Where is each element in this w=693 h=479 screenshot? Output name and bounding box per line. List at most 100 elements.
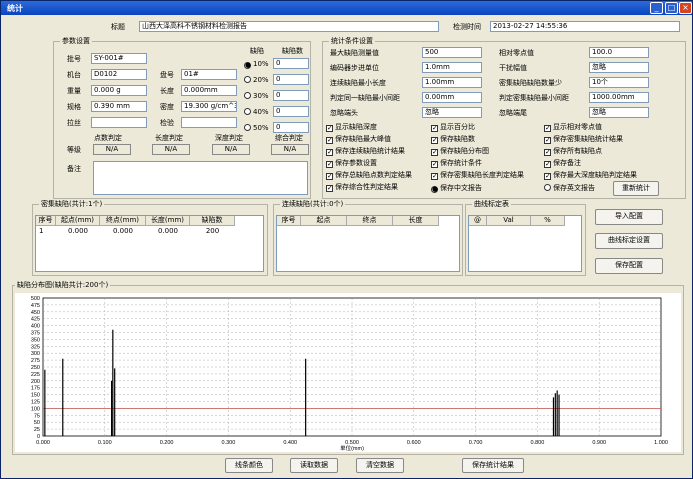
save-results-button[interactable]: 保存统计结果 xyxy=(462,458,524,473)
time-input[interactable]: 2013-02-27 14:55:36 xyxy=(490,21,680,32)
clear-data-button[interactable]: 清空数据 xyxy=(356,458,404,473)
drawn-input[interactable] xyxy=(91,117,147,128)
radio-chinese-report[interactable]: ● 保存中文报告 xyxy=(431,184,482,193)
checkbox-label: 保存缺陷分布图 xyxy=(440,147,489,155)
defect-count-input[interactable]: 0 xyxy=(273,58,309,69)
stats-checkbox[interactable]: ✓ 保存统计条件 xyxy=(431,159,482,168)
table-header-cell[interactable]: % xyxy=(531,216,565,226)
y-tick-label: 25 xyxy=(34,427,40,433)
defect-count-input[interactable]: 0 xyxy=(273,90,309,101)
defect-threshold-radio[interactable]: 50% xyxy=(244,124,269,133)
x-tick-label: 0.300 xyxy=(222,440,236,446)
stats-checkbox[interactable]: ✓ 保存所有缺陷点 xyxy=(544,147,602,156)
rel-zero-input[interactable]: 100.0 xyxy=(589,47,649,58)
checkbox-indicator: ✓ xyxy=(431,124,438,132)
stats-checkbox[interactable]: ✓ 保存密集缺陷统计结果 xyxy=(544,135,623,144)
continuous-table[interactable]: 序号 起点 终点 长度 xyxy=(276,215,460,272)
machine-input[interactable]: D0102 xyxy=(91,69,147,80)
title-input[interactable]: 山西大泽高科不锈钢材料检测报告 xyxy=(139,21,439,32)
table-header-cell[interactable]: 终点(mm) xyxy=(100,216,146,226)
dense-gap-input[interactable]: 1000.00mm xyxy=(589,92,649,103)
table-header-cell[interactable]: 起点(mm) xyxy=(56,216,100,226)
checkbox-label: 保存所有缺陷点 xyxy=(553,147,602,155)
table-header-cell[interactable]: 序号 xyxy=(277,216,301,226)
table-header-cell[interactable]: 终点 xyxy=(347,216,393,226)
minimize-button[interactable]: _ xyxy=(650,2,663,14)
checkbox-label: 保存综合性判定结果 xyxy=(335,183,398,191)
stats-checkbox[interactable]: ✓ 显示缺陷深度 xyxy=(326,123,377,132)
y-tick-label: 150 xyxy=(31,393,40,399)
stats-checkbox[interactable]: ✓ 显示百分比 xyxy=(431,123,475,132)
ignore-tail-input[interactable]: 忽略 xyxy=(589,107,649,118)
params-group-title: 参数设置 xyxy=(60,37,92,46)
recount-button[interactable]: 重新统计 xyxy=(613,181,659,196)
defect-count-input[interactable]: 0 xyxy=(273,122,309,133)
stats-checkbox[interactable]: ✓ 保存连续缺陷统计结果 xyxy=(326,147,405,156)
stats-checkbox[interactable]: ✓ 保存缺陷最大峰值 xyxy=(326,135,391,144)
grade-points: N/A xyxy=(93,144,131,155)
table-row[interactable]: 1 0.000 0.000 0.000 200 xyxy=(36,227,263,237)
defect-threshold-radio[interactable]: ● 10% xyxy=(244,60,269,69)
table-header-cell[interactable]: 长度 xyxy=(393,216,439,226)
defect-threshold-radio[interactable]: 20% xyxy=(244,76,269,85)
calib-table[interactable]: @ Val% xyxy=(468,215,582,272)
stats-checkbox[interactable]: ✓ 保存缺陷数 xyxy=(431,135,475,144)
grade-length: N/A xyxy=(152,144,190,155)
x-tick-label: 0.800 xyxy=(531,440,545,446)
table-header-cell[interactable]: 缺陷数 xyxy=(190,216,235,226)
checkbox-indicator: ✓ xyxy=(326,160,333,168)
stats-checkbox[interactable]: ✓ 显示相对零点值 xyxy=(544,123,602,132)
y-tick-label: 350 xyxy=(31,337,40,343)
dense-group-title: 密集缺陷(共计:1个) xyxy=(39,200,105,209)
table-header-cell[interactable]: 起点 xyxy=(301,216,347,226)
import-config-button[interactable]: 导入配置 xyxy=(595,209,663,225)
stats-checkbox[interactable]: ✓ 保存最大深度缺陷判定结果 xyxy=(544,171,637,180)
y-tick-label: 500 xyxy=(31,296,40,302)
check-input[interactable] xyxy=(181,117,237,128)
defect-count-input[interactable]: 0 xyxy=(273,74,309,85)
defect-threshold-radio[interactable]: 40% xyxy=(244,108,269,117)
length-label: 长度 xyxy=(160,87,174,95)
defect-count-input[interactable]: 0 xyxy=(273,106,309,117)
checkbox-indicator: ✓ xyxy=(544,160,551,168)
weight-input[interactable]: 0.000 g xyxy=(91,85,147,96)
table-header-cell[interactable]: @ xyxy=(469,216,487,226)
stats-checkbox[interactable]: ✓ 保存密集缺陷长度判定结果 xyxy=(431,171,524,180)
x-tick-label: 1.000 xyxy=(654,440,668,446)
max-depth-input[interactable]: 500 xyxy=(422,47,482,58)
checkbox-label: 显示相对零点值 xyxy=(553,123,602,131)
read-data-button[interactable]: 读取数据 xyxy=(290,458,338,473)
spec-input[interactable]: 0.390 mm xyxy=(91,101,147,112)
radio-english-report-label: 保存英文报告 xyxy=(553,184,595,192)
stats-checkbox[interactable]: ✓ 保存参数设置 xyxy=(326,159,377,168)
defect-threshold-radio[interactable]: 30% xyxy=(244,92,269,101)
table-header-cell[interactable]: 序号 xyxy=(36,216,56,226)
stats-checkbox[interactable]: ✓ 保存缺陷分布图 xyxy=(431,147,489,156)
table-header-cell[interactable]: 长度(mm) xyxy=(146,216,190,226)
checkbox-indicator: ✓ xyxy=(431,160,438,168)
interference-input[interactable]: 忽略 xyxy=(589,62,649,73)
radio-english-report[interactable]: 保存英文报告 xyxy=(544,184,595,193)
close-button[interactable]: × xyxy=(679,2,692,14)
interference-label: 干扰幅值 xyxy=(499,64,527,72)
stats-checkbox[interactable]: ✓ 保存综合性判定结果 xyxy=(326,183,398,192)
save-config-button[interactable]: 保存配置 xyxy=(595,258,663,274)
note-textarea[interactable] xyxy=(93,161,308,195)
density-input[interactable]: 19.300 g/cm^3 xyxy=(181,101,237,112)
stats-checkbox[interactable]: ✓ 保存总缺陷点数判定结果 xyxy=(326,171,412,180)
encoder-input[interactable]: 1.0mm xyxy=(422,62,482,73)
line-color-button[interactable]: 线条颜色 xyxy=(225,458,273,473)
dense-min-input[interactable]: 10个 xyxy=(589,77,649,88)
stats-checkbox[interactable]: ✓ 保存备注 xyxy=(544,159,581,168)
ignore-head-input[interactable]: 忽略 xyxy=(422,107,482,118)
cont-min-len-input[interactable]: 1.00mm xyxy=(422,77,482,88)
maximize-button[interactable]: □ xyxy=(665,2,678,14)
cont-min-len-label: 连续缺陷最小长度 xyxy=(330,79,386,87)
reel-input[interactable]: 01# xyxy=(181,69,237,80)
calib-settings-button[interactable]: 曲线标定设置 xyxy=(595,233,663,249)
batch-input[interactable]: SY-001# xyxy=(91,53,147,64)
table-header-cell[interactable]: Val xyxy=(487,216,531,226)
dense-table[interactable]: 序号 起点(mm) 终点(mm) 长度(mm) 缺陷数 1 0.000 0.000 0.000 2… xyxy=(35,215,264,272)
same-gap-input[interactable]: 0.00mm xyxy=(422,92,482,103)
length-input[interactable]: 0.000mm xyxy=(181,85,237,96)
